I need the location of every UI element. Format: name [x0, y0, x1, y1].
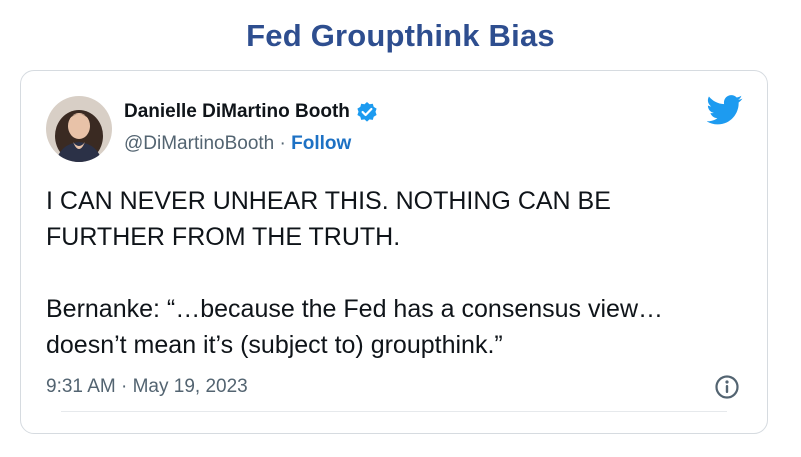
page-title: Fed Groupthink Bias — [246, 18, 555, 53]
divider — [61, 411, 727, 412]
tweet-text: I CAN NEVER UNHEAR THIS. NOTHING CAN BE … — [46, 183, 756, 363]
separator-dot: · — [274, 133, 292, 154]
tweet-line: doesn’t mean it’s (subject to) groupthin… — [46, 331, 503, 359]
follow-button[interactable]: Follow — [291, 133, 351, 154]
verified-badge-icon — [356, 101, 378, 123]
tweet-card[interactable]: Danielle DiMartino Booth @DiMartinoBooth… — [20, 70, 768, 434]
handle-row: @DiMartinoBooth · Follow — [124, 133, 351, 155]
tweet-line: Bernanke: “…because the Fed has a consen… — [46, 295, 664, 323]
info-icon[interactable] — [714, 374, 740, 400]
tweet-line: I CAN NEVER UNHEAR THIS. NOTHING CAN BE — [46, 187, 611, 215]
avatar[interactable] — [46, 96, 112, 162]
tweet-timestamp[interactable]: 9:31 AM · May 19, 2023 — [46, 376, 248, 398]
author-name[interactable]: Danielle DiMartino Booth — [124, 101, 350, 123]
tweet-line: FURTHER FROM THE TRUTH. — [46, 223, 401, 251]
twitter-bird-icon[interactable] — [706, 95, 743, 125]
author-handle[interactable]: @DiMartinoBooth — [124, 133, 274, 154]
